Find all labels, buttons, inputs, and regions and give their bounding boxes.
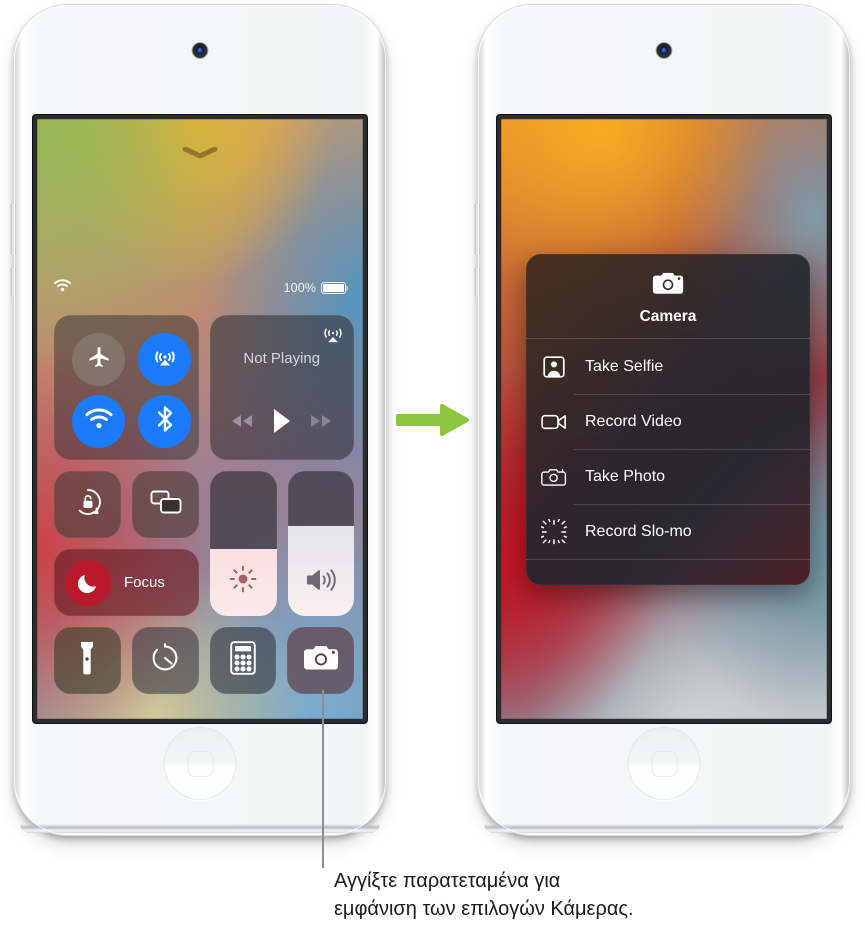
rotation-lock-tile[interactable] xyxy=(54,471,121,538)
volume-up-button[interactable] xyxy=(11,203,15,255)
wifi-icon xyxy=(54,279,71,297)
fast-forward-icon[interactable] xyxy=(308,413,334,434)
focus-label: Focus xyxy=(124,574,165,591)
volume-down-button[interactable] xyxy=(475,267,479,297)
calculator-tile[interactable] xyxy=(209,627,277,694)
chevron-down-handle-icon[interactable] xyxy=(182,147,218,159)
menu-header: Camera xyxy=(526,254,810,339)
rotation-lock-icon xyxy=(72,486,104,523)
right-device: Camera Take Selfie Record Video Take Pho… xyxy=(475,5,850,835)
bluetooth-icon xyxy=(155,405,175,438)
front-camera xyxy=(192,43,208,58)
volume-icon xyxy=(288,566,355,594)
camera-icon xyxy=(652,272,684,300)
camera-tile[interactable] xyxy=(287,627,354,694)
front-camera xyxy=(656,43,672,58)
callout-leader-line xyxy=(322,690,324,868)
menu-footer xyxy=(526,559,810,585)
menu-item-take-selfie[interactable]: Take Selfie xyxy=(526,339,810,394)
menu-item-label: Record Video xyxy=(585,412,682,430)
camera-outline-icon xyxy=(541,464,567,490)
airplay-audio-icon[interactable] xyxy=(321,322,345,346)
battery-percent-label: 100% xyxy=(283,281,316,295)
volume-up-button[interactable] xyxy=(475,203,479,255)
right-screen: Camera Take Selfie Record Video Take Pho… xyxy=(497,115,831,723)
left-device: 100% Not Playing Focus xyxy=(11,5,386,835)
video-camera-icon xyxy=(541,409,567,435)
caption-line-2: εμφάνιση των επιλογών Κάμερας. xyxy=(334,898,634,921)
media-playback-module: Not Playing xyxy=(209,315,354,460)
battery-full-icon xyxy=(321,282,346,294)
volume-down-button[interactable] xyxy=(11,267,15,297)
media-title: Not Playing xyxy=(243,350,321,367)
airdrop-icon xyxy=(151,343,179,376)
camera-quick-actions-menu: Camera Take Selfie Record Video Take Pho… xyxy=(526,254,810,585)
flashlight-icon xyxy=(78,641,96,680)
play-icon[interactable] xyxy=(271,407,293,440)
menu-item-take-photo[interactable]: Take Photo xyxy=(526,449,810,504)
calculator-icon xyxy=(230,641,256,680)
menu-item-label: Take Selfie xyxy=(585,357,664,375)
menu-item-record-slo-mo[interactable]: Record Slo-mo xyxy=(526,504,810,559)
portrait-icon xyxy=(541,354,567,380)
bluetooth-toggle[interactable] xyxy=(138,395,191,448)
timer-icon xyxy=(149,642,181,679)
menu-title: Camera xyxy=(639,308,697,325)
home-button[interactable] xyxy=(163,727,237,800)
device-bottom-edge xyxy=(20,824,380,833)
control-center: Not Playing Focus xyxy=(54,315,354,694)
flashlight-tile[interactable] xyxy=(54,627,121,694)
volume-slider[interactable] xyxy=(287,471,355,616)
airplane-icon xyxy=(86,344,112,375)
caption-line-1: Αγγίξτε παρατεταμένα για xyxy=(334,870,561,892)
device-bottom-edge xyxy=(484,824,844,833)
menu-item-record-video[interactable]: Record Video xyxy=(526,394,810,449)
slow-motion-icon xyxy=(541,518,567,545)
wifi-icon xyxy=(85,408,113,435)
airplane-mode-toggle[interactable] xyxy=(72,333,125,386)
connectivity-module xyxy=(54,315,199,460)
status-bar: 100% xyxy=(37,277,363,299)
left-screen: 100% Not Playing Focus xyxy=(33,115,367,723)
screen-mirroring-tile[interactable] xyxy=(132,471,199,538)
menu-item-label: Take Photo xyxy=(585,467,666,485)
moon-icon xyxy=(65,559,111,606)
green-right-arrow-icon xyxy=(396,402,470,438)
caption: Αγγίξτε παρατεταμένα για εμφάνιση των επ… xyxy=(334,867,754,924)
brightness-slider[interactable] xyxy=(210,471,277,616)
screen-mirroring-icon xyxy=(149,488,183,521)
timer-tile[interactable] xyxy=(131,627,199,694)
camera-icon xyxy=(303,644,339,677)
comparison-figure: 100% Not Playing Focus Camera Take Selfi… xyxy=(0,0,865,939)
home-button[interactable] xyxy=(627,727,701,800)
menu-item-label: Record Slo-mo xyxy=(585,522,692,540)
focus-tile[interactable]: Focus xyxy=(54,549,199,616)
wifi-toggle[interactable] xyxy=(72,395,125,448)
rewind-icon[interactable] xyxy=(229,413,255,434)
airdrop-toggle[interactable] xyxy=(138,333,191,386)
brightness-icon xyxy=(210,564,277,594)
